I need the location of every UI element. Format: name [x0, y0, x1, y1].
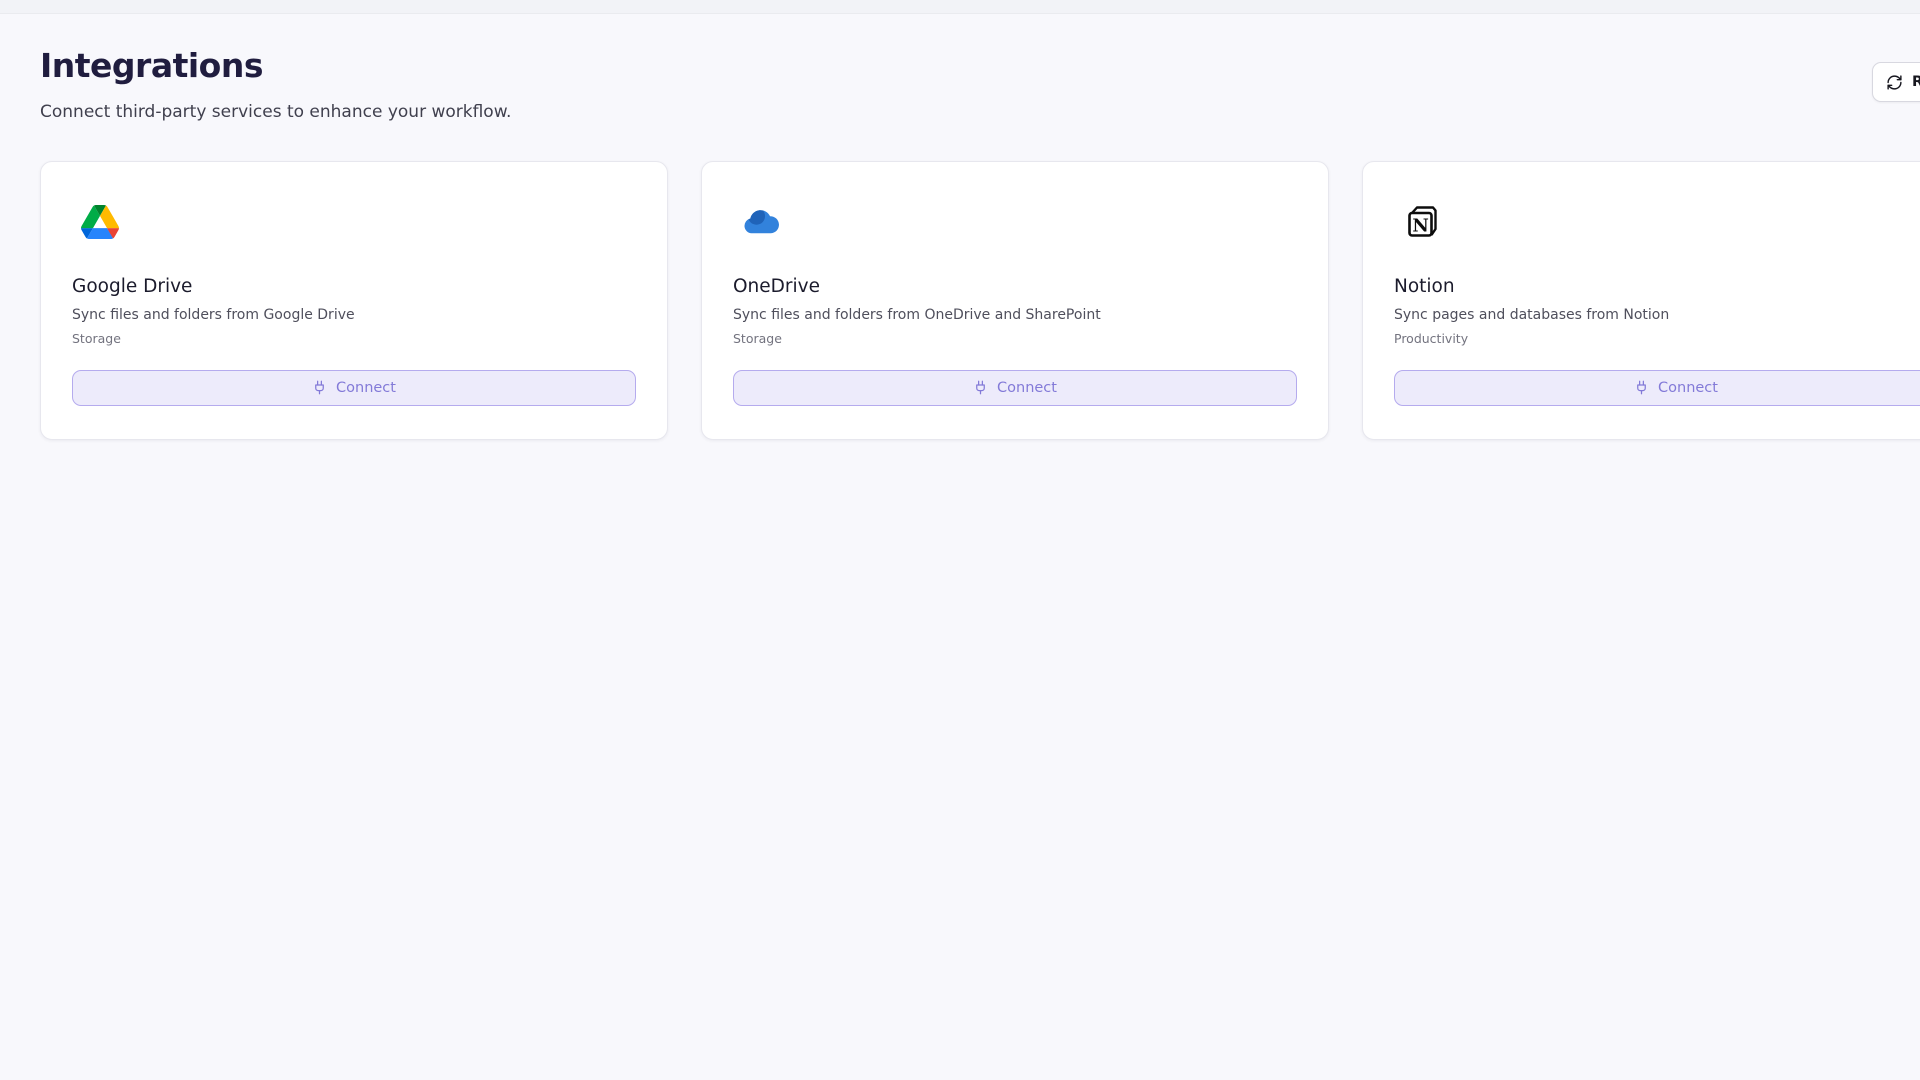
integrations-page: Integrations Connect third-party service… [0, 14, 1920, 440]
refresh-icon [1886, 74, 1903, 91]
notion-icon: N [1402, 202, 1442, 242]
integration-description: Sync files and folders from Google Drive [72, 307, 636, 325]
connect-button-label: Connect [1658, 380, 1718, 396]
integration-name: OneDrive [733, 276, 1297, 298]
integration-description: Sync files and folders from OneDrive and… [733, 307, 1297, 325]
plug-icon [1634, 380, 1649, 395]
integration-category: Storage [72, 331, 636, 347]
plug-icon [312, 380, 327, 395]
connect-button[interactable]: Connect [1394, 370, 1920, 406]
refresh-button-label: Refresh [1912, 74, 1920, 90]
connect-button[interactable]: Connect [733, 370, 1297, 406]
integration-category: Productivity [1394, 331, 1920, 347]
integration-name: Notion [1394, 276, 1920, 298]
refresh-button[interactable]: Refresh [1872, 62, 1920, 102]
integration-cards-row: Google Drive Sync files and folders from… [40, 161, 1920, 440]
top-edge-band [0, 0, 1920, 14]
page-subtitle: Connect third-party services to enhance … [40, 102, 1920, 123]
plug-icon [973, 380, 988, 395]
integration-card-google-drive: Google Drive Sync files and folders from… [40, 161, 668, 440]
page-title: Integrations [40, 47, 1920, 85]
integration-card-notion: N Notion Sync pages and databases from N… [1362, 161, 1920, 440]
integration-description: Sync pages and databases from Notion [1394, 307, 1920, 325]
connect-button[interactable]: Connect [72, 370, 636, 406]
onedrive-icon [741, 202, 781, 242]
google-drive-icon [80, 202, 120, 242]
connect-button-label: Connect [997, 380, 1057, 396]
integration-card-onedrive: OneDrive Sync files and folders from One… [701, 161, 1329, 440]
integration-category: Storage [733, 331, 1297, 347]
integration-name: Google Drive [72, 276, 636, 298]
connect-button-label: Connect [336, 380, 396, 396]
svg-text:N: N [1412, 216, 1428, 237]
